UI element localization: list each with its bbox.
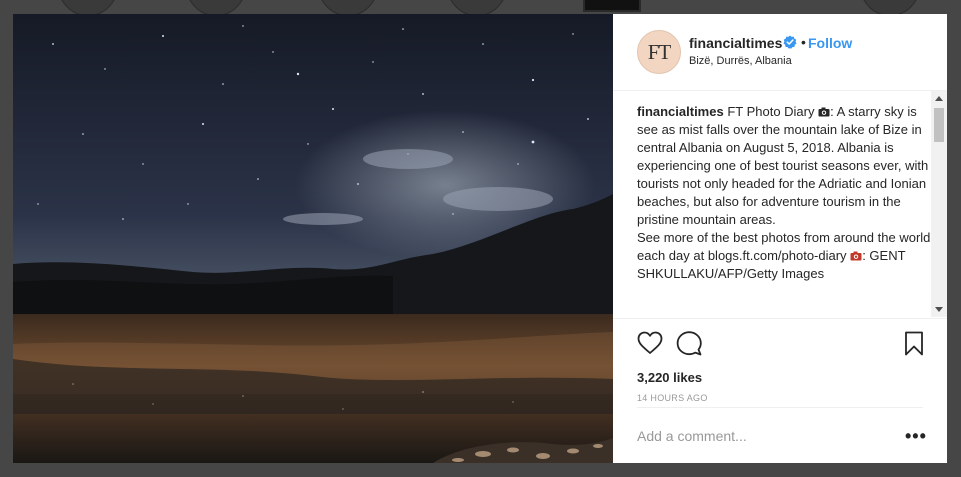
post-details-panel: FT financialtimes • Follow Bizë, Durrës,… — [613, 14, 947, 463]
post-timestamp[interactable]: 14 HOURS AGO — [637, 393, 708, 403]
comment-bar: ••• — [637, 407, 926, 464]
caption-text: : A starry sky is see as mist falls over… — [637, 104, 929, 227]
caption-scrollbar[interactable] — [931, 91, 947, 317]
more-options-button[interactable]: ••• — [905, 426, 927, 447]
scroll-down-arrow[interactable] — [935, 307, 943, 312]
comment-icon[interactable] — [676, 331, 702, 356]
scroll-thumb[interactable] — [934, 108, 944, 142]
location-link[interactable]: Bizë, Durrës, Albania — [689, 55, 792, 67]
caption-author[interactable]: financialtimes — [637, 104, 724, 119]
username-link[interactable]: financialtimes — [689, 35, 782, 51]
scroll-up-arrow[interactable] — [935, 96, 943, 101]
verified-badge-icon — [783, 35, 797, 49]
post-header: FT financialtimes • Follow Bizë, Durrës,… — [613, 14, 947, 91]
post-actions: 3,220 likes 14 HOURS AGO — [613, 318, 947, 419]
heart-icon[interactable] — [637, 331, 663, 355]
camera-icon — [850, 251, 862, 261]
background-thumbnail — [583, 0, 641, 12]
avatar[interactable]: FT — [637, 30, 681, 74]
night-lake-photo — [13, 14, 613, 463]
background-feed-strip — [0, 0, 961, 16]
caption: financialtimes FT Photo Diary : A starry… — [637, 91, 931, 283]
caption-text: FT Photo Diary — [723, 104, 819, 119]
caption-scroll-area[interactable]: financialtimes FT Photo Diary : A starry… — [637, 91, 931, 317]
likes-count[interactable]: 3,220 likes — [637, 370, 702, 385]
camera-icon — [818, 107, 830, 117]
follow-button[interactable]: Follow — [808, 35, 852, 51]
bookmark-icon[interactable] — [904, 331, 924, 356]
avatar-text: FT — [647, 39, 671, 64]
post-photo[interactable] — [13, 14, 613, 463]
separator-dot: • — [801, 34, 806, 50]
comment-input[interactable] — [637, 428, 877, 444]
